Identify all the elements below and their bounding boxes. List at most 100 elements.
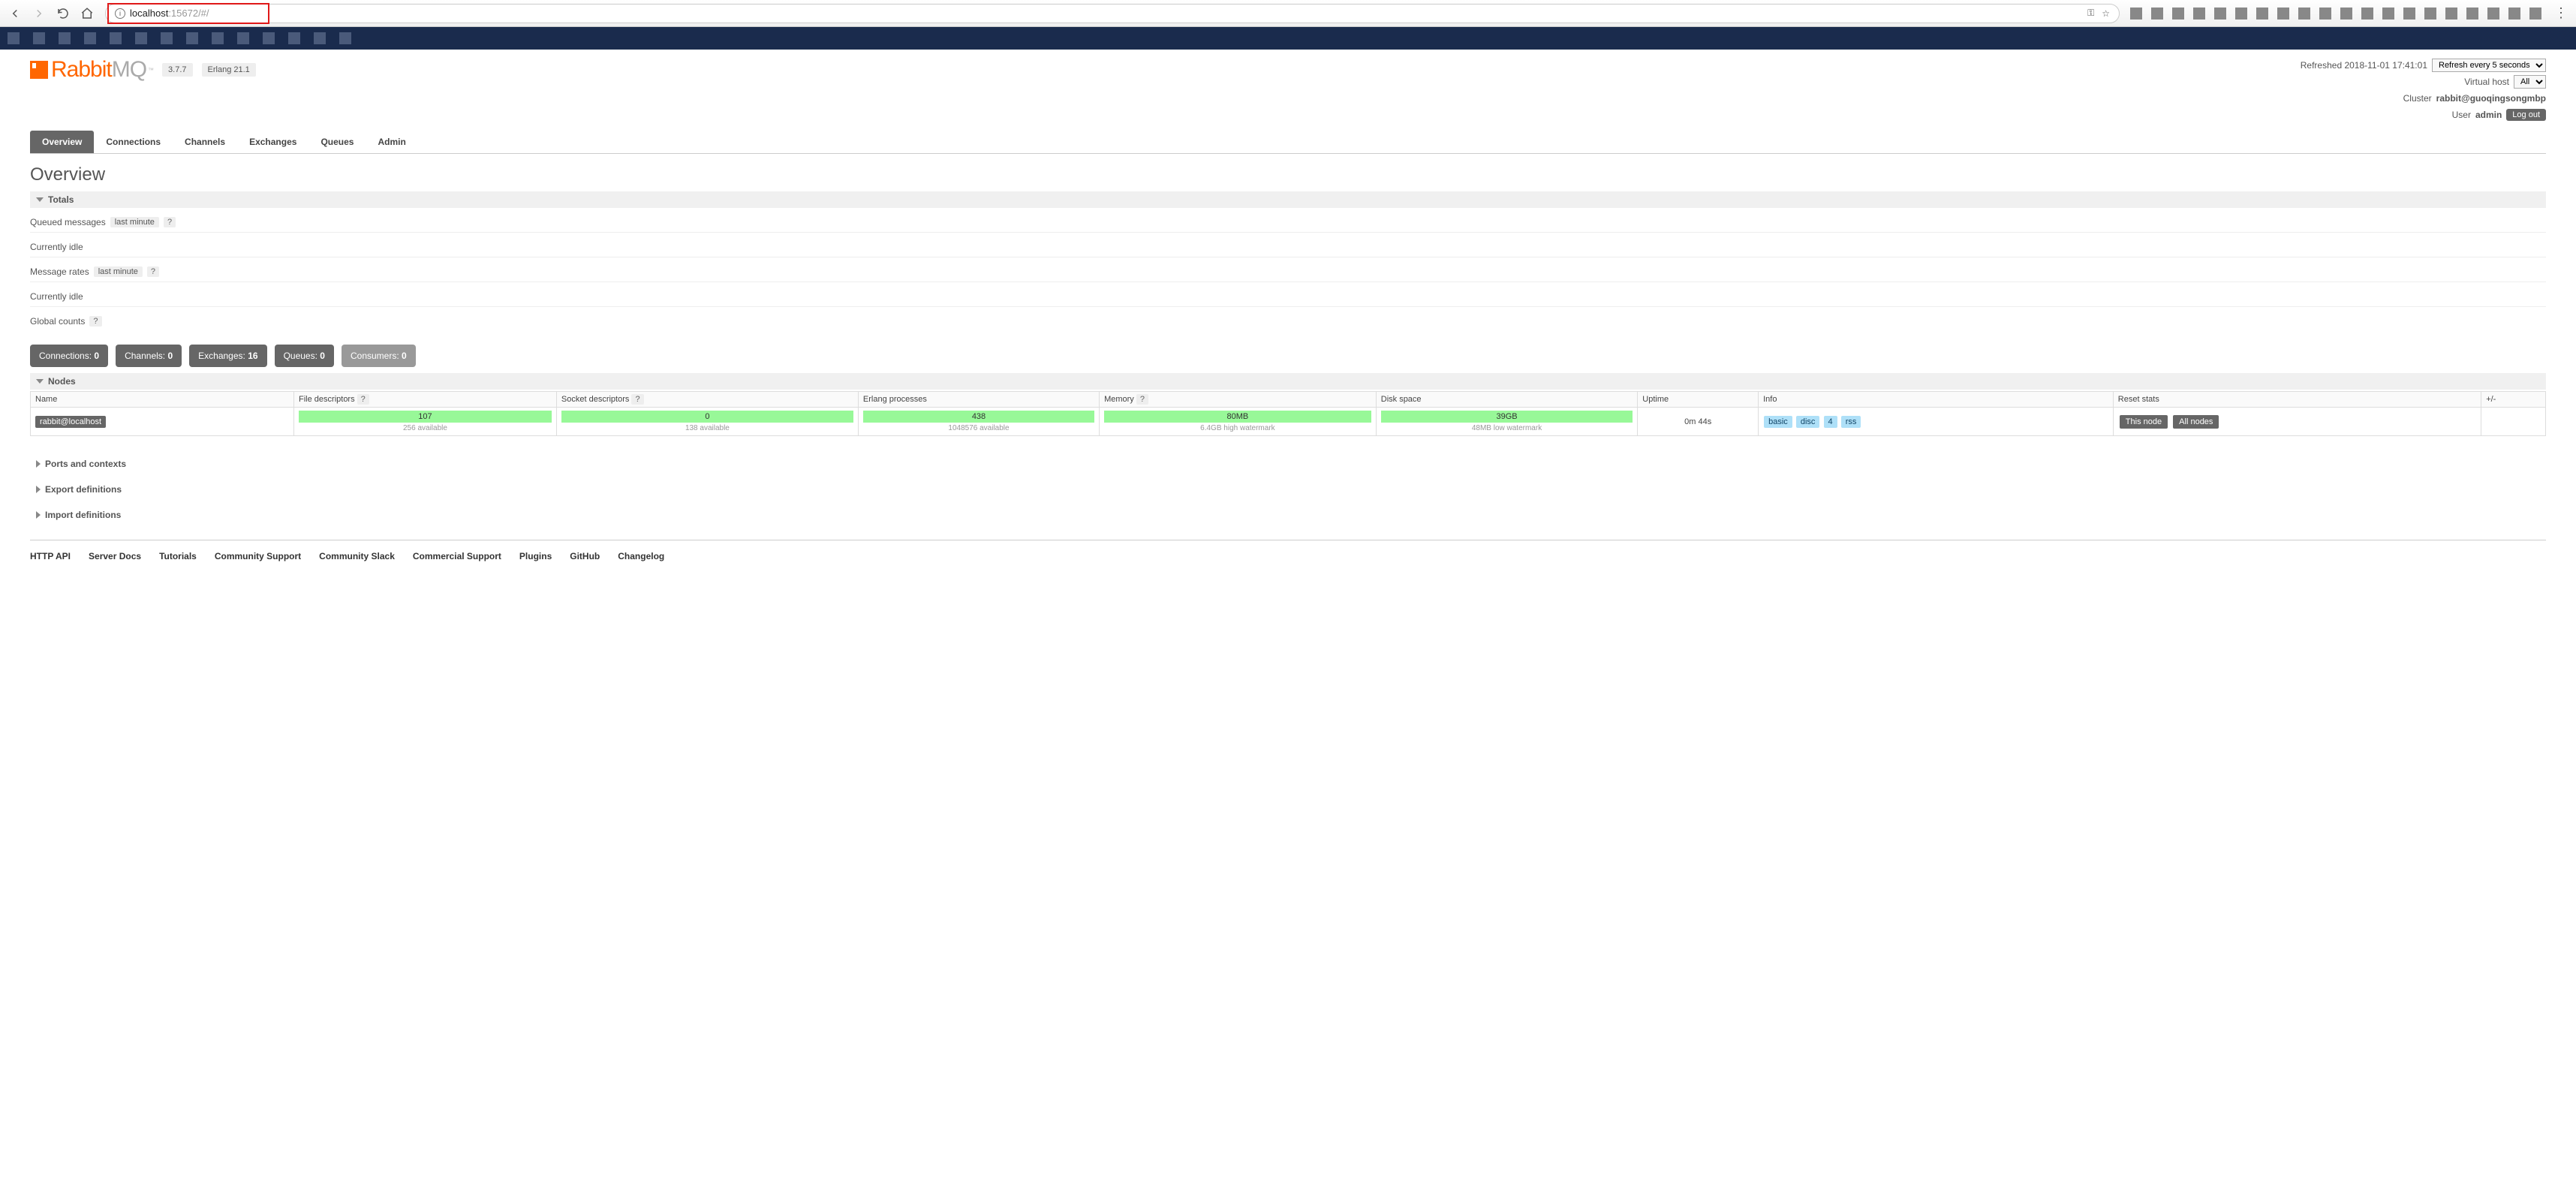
count-queues[interactable]: Queues: 0 — [275, 345, 334, 367]
info-badge-basic[interactable]: basic — [1764, 416, 1792, 428]
tab-connections[interactable]: Connections — [94, 131, 173, 153]
ext-icon[interactable] — [2487, 8, 2499, 20]
footer-server-docs[interactable]: Server Docs — [89, 551, 141, 561]
ext-icon[interactable] — [2466, 8, 2478, 20]
info-badge-4[interactable]: 4 — [1824, 416, 1837, 428]
nav-forward-icon[interactable] — [30, 5, 48, 23]
ext-icon[interactable] — [2256, 8, 2268, 20]
cell-disk: 39GB48MB low watermark — [1376, 408, 1638, 436]
disk-bar: 39GB — [1381, 411, 1633, 423]
bookmark-icon[interactable] — [8, 32, 20, 44]
bookmark-icon[interactable] — [84, 32, 96, 44]
bookmark-icon[interactable] — [135, 32, 147, 44]
bookmark-icon[interactable] — [288, 32, 300, 44]
ext-icon[interactable] — [2340, 8, 2352, 20]
node-row: rabbit@localhost 107256 available 0138 a… — [31, 408, 2546, 436]
col-reset: Reset stats — [2113, 392, 2481, 408]
key-icon[interactable]: ⚿ — [2087, 8, 2094, 19]
url-bar[interactable]: i localhost:15672/#/ ⚿ ☆ — [105, 4, 2120, 23]
section-export-header[interactable]: Export definitions — [30, 480, 2546, 499]
tab-admin[interactable]: Admin — [366, 131, 417, 153]
rates-help-icon[interactable]: ? — [147, 266, 159, 277]
rates-range-tag[interactable]: last minute — [94, 266, 143, 277]
footer-plugins[interactable]: Plugins — [519, 551, 552, 561]
footer-commercial-support[interactable]: Commercial Support — [413, 551, 501, 561]
bookmark-icon[interactable] — [186, 32, 198, 44]
chevron-right-icon — [36, 460, 41, 468]
col-plusminus[interactable]: +/- — [2481, 392, 2546, 408]
tab-channels[interactable]: Channels — [173, 131, 237, 153]
bookmark-icon[interactable] — [237, 32, 249, 44]
ext-icon[interactable] — [2235, 8, 2247, 20]
count-consumers[interactable]: Consumers: 0 — [342, 345, 416, 367]
ext-icon[interactable] — [2424, 8, 2436, 20]
section-ports-header[interactable]: Ports and contexts — [30, 454, 2546, 474]
info-badge-disc[interactable]: disc — [1796, 416, 1820, 428]
count-exchanges[interactable]: Exchanges: 16 — [189, 345, 266, 367]
help-icon[interactable]: ? — [631, 394, 643, 405]
ext-icon[interactable] — [2193, 8, 2205, 20]
ext-icon[interactable] — [2172, 8, 2184, 20]
menu-icon[interactable]: ⋮ — [2552, 5, 2570, 23]
star-icon[interactable]: ☆ — [2102, 8, 2110, 19]
reset-all-nodes-button[interactable]: All nodes — [2173, 415, 2219, 429]
refresh-interval-select[interactable]: Refresh every 5 seconds — [2432, 59, 2546, 72]
bookmark-icon[interactable] — [339, 32, 351, 44]
message-rates-label: Message rates — [30, 266, 89, 277]
section-totals-header[interactable]: Totals — [30, 191, 2546, 208]
tab-queues[interactable]: Queues — [308, 131, 366, 153]
header-meta: Refreshed 2018-11-01 17:41:01 Refresh ev… — [2301, 57, 2546, 123]
ext-icon[interactable] — [2403, 8, 2415, 20]
footer-community-slack[interactable]: Community Slack — [319, 551, 395, 561]
footer-http-api[interactable]: HTTP API — [30, 551, 71, 561]
footer-changelog[interactable]: Changelog — [618, 551, 664, 561]
reset-this-node-button[interactable]: This node — [2120, 415, 2168, 429]
section-nodes-header[interactable]: Nodes — [30, 373, 2546, 390]
bookmark-icon[interactable] — [59, 32, 71, 44]
node-name-pill[interactable]: rabbit@localhost — [35, 416, 106, 428]
tab-overview[interactable]: Overview — [30, 131, 94, 153]
queued-range-tag[interactable]: last minute — [110, 217, 159, 227]
footer-community-support[interactable]: Community Support — [215, 551, 301, 561]
help-icon[interactable]: ? — [1136, 394, 1148, 405]
count-connections[interactable]: Connections: 0 — [30, 345, 108, 367]
bookmark-icon[interactable] — [110, 32, 122, 44]
ext-icon[interactable] — [2214, 8, 2226, 20]
disk-sub: 48MB low watermark — [1381, 423, 1633, 432]
logout-button[interactable]: Log out — [2506, 109, 2546, 121]
nav-home-icon[interactable] — [78, 5, 96, 23]
ext-icon[interactable] — [2130, 8, 2142, 20]
footer-tutorials[interactable]: Tutorials — [159, 551, 197, 561]
ext-icon[interactable] — [2382, 8, 2394, 20]
nav-reload-icon[interactable] — [54, 5, 72, 23]
ext-icon[interactable] — [2277, 8, 2289, 20]
bookmark-icon[interactable] — [33, 32, 45, 44]
ext-icon[interactable] — [2151, 8, 2163, 20]
section-import-header[interactable]: Import definitions — [30, 505, 2546, 525]
cell-mem: 80MB6.4GB high watermark — [1100, 408, 1377, 436]
site-info-icon[interactable]: i — [115, 8, 125, 19]
queued-help-icon[interactable]: ? — [164, 217, 176, 227]
ext-icon[interactable] — [2298, 8, 2310, 20]
global-help-icon[interactable]: ? — [89, 316, 101, 327]
ext-icon[interactable] — [2508, 8, 2520, 20]
bookmark-icon[interactable] — [161, 32, 173, 44]
section-import-label: Import definitions — [45, 510, 121, 520]
nav-back-icon[interactable] — [6, 5, 24, 23]
vhost-select[interactable]: All — [2514, 75, 2546, 89]
ext-icon[interactable] — [2445, 8, 2457, 20]
count-channels[interactable]: Channels: 0 — [116, 345, 182, 367]
mem-bar: 80MB — [1104, 411, 1371, 423]
bookmark-icon[interactable] — [263, 32, 275, 44]
footer-links: HTTP API Server Docs Tutorials Community… — [30, 540, 2546, 572]
ext-icon[interactable] — [2361, 8, 2373, 20]
ext-icon[interactable] — [2319, 8, 2331, 20]
ext-icon[interactable] — [2529, 8, 2541, 20]
bookmark-icon[interactable] — [212, 32, 224, 44]
bookmark-icon[interactable] — [314, 32, 326, 44]
info-badge-rss[interactable]: rss — [1841, 416, 1861, 428]
cell-sd: 0138 available — [556, 408, 858, 436]
footer-github[interactable]: GitHub — [570, 551, 600, 561]
tab-exchanges[interactable]: Exchanges — [237, 131, 308, 153]
help-icon[interactable]: ? — [357, 394, 369, 405]
